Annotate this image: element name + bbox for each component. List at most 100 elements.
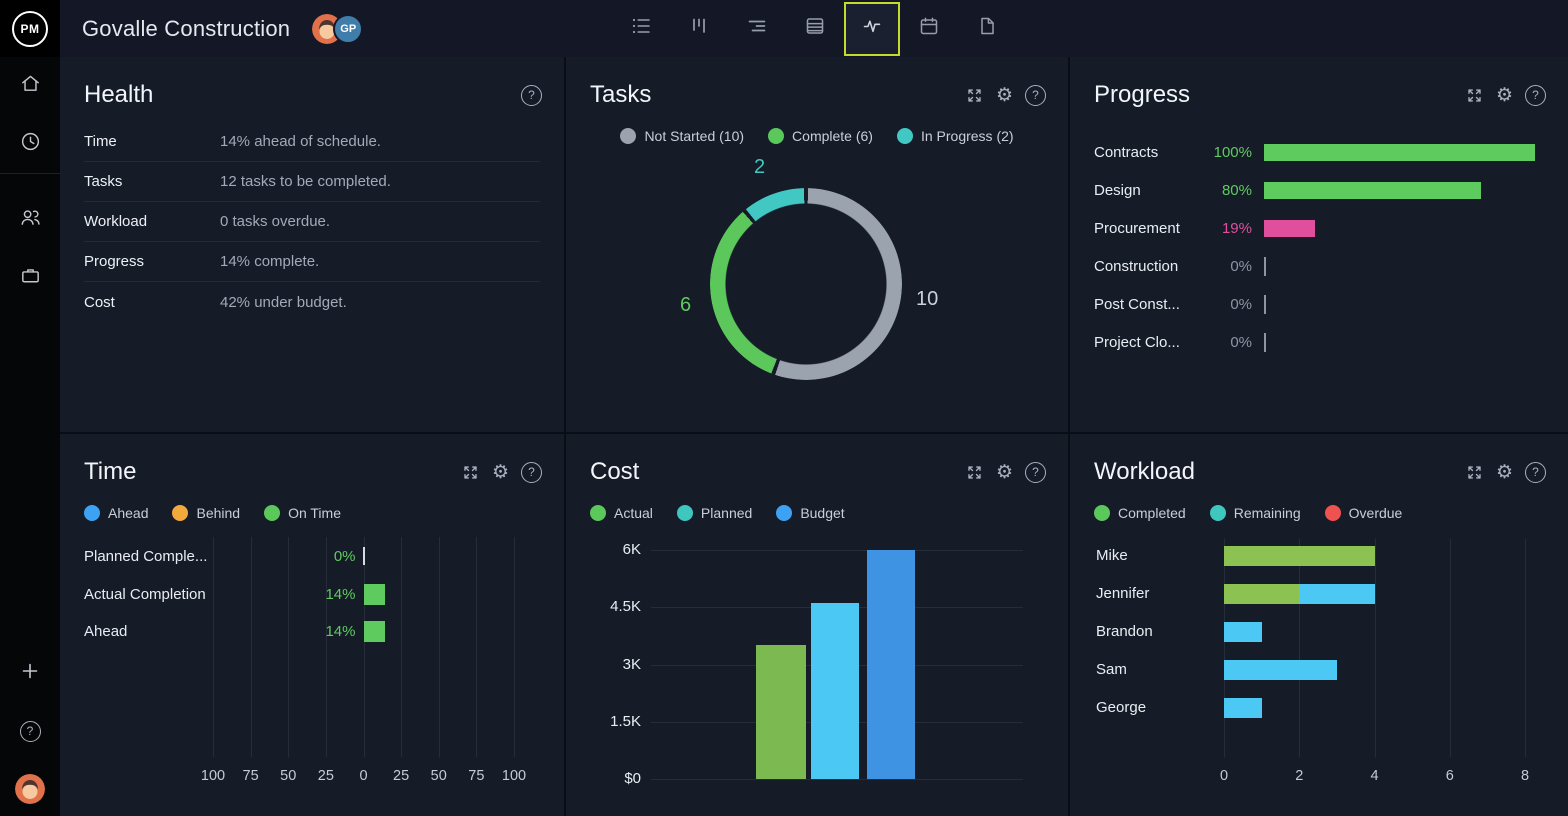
time-gridline: [325, 537, 327, 757]
progress-zero-tick: [1264, 256, 1266, 276]
progress-row-value: 100%: [1213, 143, 1252, 161]
cost-bar-actual: [756, 645, 806, 779]
workload-bar: [1224, 660, 1337, 680]
tab-calendar-view[interactable]: [900, 0, 958, 57]
time-gridline: [401, 537, 403, 757]
progress-row-label: Contracts: [1094, 143, 1159, 161]
cost-gridline: [651, 550, 1023, 551]
progress-zero-tick: [1264, 294, 1266, 314]
pm-logo[interactable]: PM: [0, 0, 60, 57]
cost-axis-label: 1.5K: [610, 712, 641, 730]
sidebar-item-time[interactable]: [0, 132, 60, 156]
sidebar-item-work[interactable]: [0, 266, 60, 290]
sidebar-bottom: ?: [0, 661, 60, 816]
tab-gantt-view[interactable]: [728, 0, 786, 57]
settings-gear-icon[interactable]: ⚙: [1496, 86, 1513, 105]
add-button[interactable]: [0, 661, 60, 685]
panel-tasks: Tasks ⚙? Not Started (10) Complete (6) In …: [566, 57, 1068, 432]
member-avatar-2: GP: [333, 13, 364, 44]
settings-gear-icon[interactable]: ⚙: [996, 86, 1013, 105]
tab-dashboard-view[interactable]: [844, 1, 900, 56]
expand-icon[interactable]: [965, 86, 984, 105]
workload-axis-label: 0: [1219, 768, 1229, 784]
pm-logo-circle: PM: [12, 10, 48, 47]
expand-icon[interactable]: [1465, 86, 1484, 105]
legend-dot: [768, 128, 785, 144]
time-row-value: 0%: [333, 548, 356, 565]
time-bar: [363, 584, 385, 605]
view-toolbar: [612, 0, 1016, 57]
tab-files-view[interactable]: [958, 0, 1016, 57]
progress-chart: Contracts 100% Design 80% Procurement 19% Cons…: [1094, 133, 1544, 361]
legend-item: In Progress (2): [896, 128, 1014, 144]
cost-axis-label: 3K: [622, 655, 641, 673]
workload-gridline: [1525, 539, 1526, 757]
gantt-icon: [746, 15, 768, 42]
sidebar-item-home[interactable]: [0, 74, 60, 98]
help-icon[interactable]: ?: [1525, 84, 1546, 106]
time-row-label: Planned Comple...: [84, 548, 208, 565]
cost-axis-label: $0: [624, 770, 641, 787]
time-gridline: [213, 537, 214, 757]
dashboard-pulse-icon: [861, 15, 883, 42]
workload-seg-completed: [1224, 584, 1300, 604]
time-gridline: [288, 537, 290, 757]
progress-row-value: 80%: [1221, 181, 1252, 199]
health-row: Workload 0 tasks overdue.: [84, 202, 540, 242]
panel-workload: Workload ⚙? Completed Remaining Overdue 02…: [1070, 434, 1568, 816]
progress-row-label: Post Const...: [1094, 295, 1180, 313]
time-axis-label: 100: [501, 768, 527, 784]
app-root: PM ? Govalle Construction GP Health ? Ti…: [0, 0, 1568, 816]
cost-axis-label: 4.5K: [610, 598, 641, 616]
help-button[interactable]: ?: [0, 719, 60, 743]
progress-row-label: Project Clo...: [1094, 333, 1180, 351]
progress-row-value: 0%: [1230, 333, 1252, 351]
panel-cost: Cost ⚙? Actual Planned Budget 6K 4.5K 3K 1.5K…: [566, 434, 1068, 816]
panel-progress: Progress ⚙? Contracts 100% Design 80% Procur…: [1070, 57, 1568, 432]
member-avatars[interactable]: GP: [312, 13, 364, 44]
tab-sheet-view[interactable]: [786, 0, 844, 57]
workload-seg-completed: [1224, 546, 1375, 566]
workload-gridline: [1224, 539, 1225, 757]
time-row-value: 14%: [325, 586, 356, 603]
sidebar-item-people[interactable]: [0, 208, 60, 232]
progress-row: Project Clo... 0%: [1094, 323, 1544, 361]
progress-bar-track: [1264, 181, 1544, 200]
legend-dot: [896, 128, 913, 144]
legend-label: Complete (6): [792, 128, 873, 144]
workload-axis-label: 8: [1520, 768, 1530, 784]
tab-board-view[interactable]: [670, 0, 728, 57]
legend-label: In Progress (2): [920, 128, 1014, 144]
time-gridline: [476, 537, 478, 757]
sidebar-nav: [0, 57, 60, 290]
list-icon: [630, 15, 652, 42]
tab-list-view[interactable]: [612, 0, 670, 57]
progress-bar: [1264, 143, 1535, 161]
profile-button[interactable]: [0, 774, 60, 804]
health-row-label: Tasks: [84, 173, 123, 190]
progress-bar: [1264, 181, 1481, 199]
progress-bar-track: [1264, 143, 1544, 162]
calendar-icon: [918, 15, 940, 42]
panel-title-health: Health: [84, 81, 154, 108]
progress-row: Procurement 19%: [1094, 209, 1544, 247]
time-zero-tick: [362, 547, 365, 565]
sidebar: PM ?: [0, 0, 60, 816]
time-axis-label: 75: [242, 768, 259, 784]
tasks-legend: Not Started (10) Complete (6) In Progress …: [566, 128, 1068, 144]
time-chart: 100 75 50 25 0 25 50 75 100 Planned Comple... 0% Ac…: [60, 434, 564, 816]
progress-zero-tick: [1264, 332, 1266, 352]
workload-axis-label: 2: [1295, 768, 1304, 784]
health-row: Progress 14% complete.: [84, 242, 540, 282]
user-avatar: [15, 774, 45, 804]
help-icon[interactable]: ?: [1025, 84, 1046, 106]
help-icon[interactable]: ?: [521, 84, 542, 106]
progress-row-value: 0%: [1230, 295, 1252, 313]
time-axis-label: 0: [359, 768, 368, 784]
time-axis-label: 25: [393, 768, 410, 784]
health-row-value: 0 tasks overdue.: [220, 213, 331, 230]
health-rows: Time 14% ahead of schedule. Tasks 12 tasks …: [84, 122, 540, 322]
progress-row-label: Design: [1094, 181, 1141, 199]
help-icon: ?: [19, 720, 41, 742]
health-row-label: Time: [84, 133, 117, 150]
